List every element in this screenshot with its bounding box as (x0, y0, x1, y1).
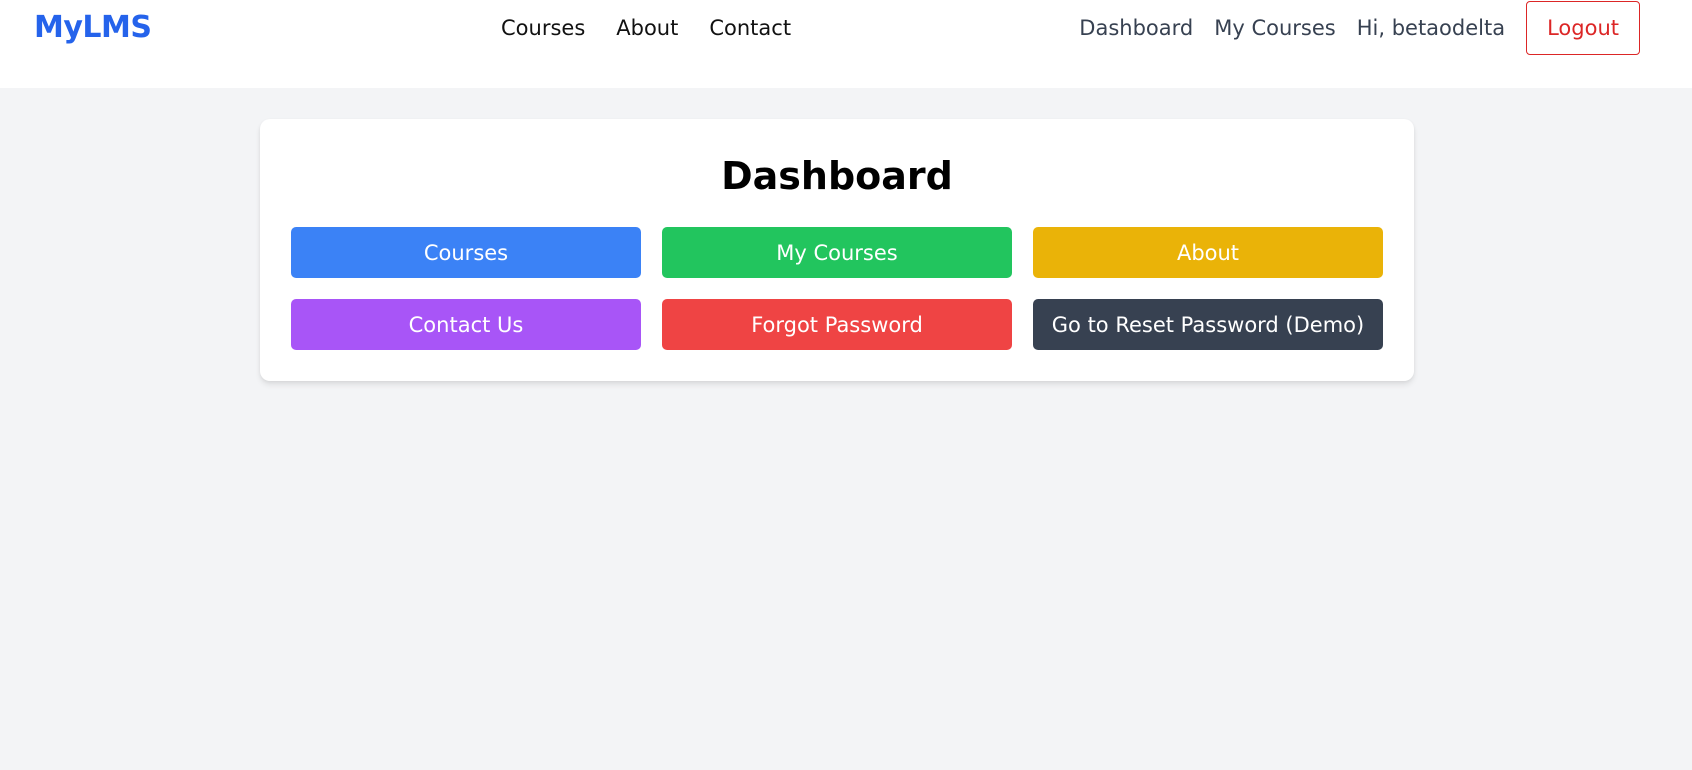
user-nav: Dashboard My Courses Hi, betaodelta Logo… (1079, 0, 1640, 55)
nav-link-about[interactable]: About (616, 14, 678, 42)
nav-link-dashboard[interactable]: Dashboard (1079, 14, 1193, 42)
main-nav: Courses About Contact (501, 14, 791, 42)
courses-button[interactable]: Courses (291, 227, 641, 278)
top-navbar: MyLMS Courses About Contact Dashboard My… (0, 0, 1692, 69)
user-greeting: Hi, betaodelta (1356, 15, 1506, 40)
contact-us-button[interactable]: Contact Us (291, 299, 641, 350)
navbar-divider-strip (0, 69, 1692, 88)
my-courses-button[interactable]: My Courses (662, 227, 1012, 278)
nav-link-courses[interactable]: Courses (501, 14, 585, 42)
logout-button[interactable]: Logout (1526, 0, 1640, 55)
dashboard-button-grid: Courses My Courses About Contact Us Forg… (291, 227, 1383, 350)
reset-password-demo-button[interactable]: Go to Reset Password (Demo) (1033, 299, 1383, 350)
dashboard-card: Dashboard Courses My Courses About Conta… (260, 119, 1414, 381)
forgot-password-button[interactable]: Forgot Password (662, 299, 1012, 350)
nav-link-my-courses[interactable]: My Courses (1214, 14, 1335, 42)
page-title: Dashboard (721, 154, 953, 198)
nav-link-contact[interactable]: Contact (709, 14, 791, 42)
about-button[interactable]: About (1033, 227, 1383, 278)
brand-logo-link[interactable]: MyLMS (34, 10, 152, 46)
